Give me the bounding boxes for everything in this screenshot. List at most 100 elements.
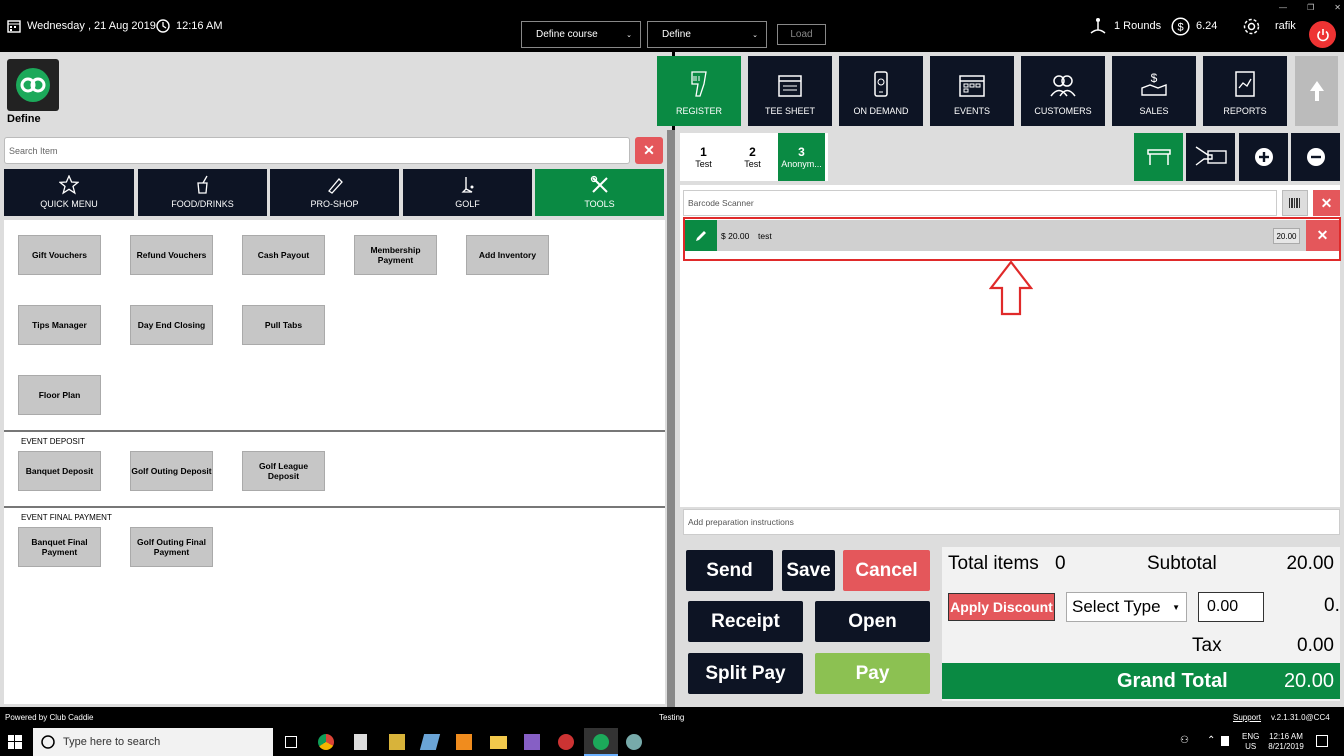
remove-tab-button[interactable] bbox=[1291, 133, 1340, 181]
scroll-up-button[interactable] bbox=[1295, 56, 1338, 126]
barcode-button[interactable] bbox=[1282, 190, 1308, 216]
category-tools[interactable]: TOOLS bbox=[535, 169, 664, 216]
calculator-icon[interactable] bbox=[354, 734, 367, 750]
pane-splitter[interactable] bbox=[667, 130, 675, 707]
people-icon[interactable]: ⚇ bbox=[1180, 735, 1189, 746]
item-quantity-field[interactable]: 20.00 bbox=[1273, 228, 1300, 244]
clear-barcode-button[interactable]: ✕ bbox=[1313, 190, 1340, 216]
tools-icon bbox=[590, 175, 608, 193]
pay-button[interactable]: Pay bbox=[815, 653, 930, 694]
nav-on-demand[interactable]: ON DEMAND bbox=[839, 56, 923, 126]
gift-vouchers-button[interactable]: Gift Vouchers bbox=[18, 235, 101, 275]
prep-instructions-input[interactable]: Add preparation instructions bbox=[683, 509, 1340, 535]
category-golf[interactable]: GOLF bbox=[403, 169, 532, 216]
table-button[interactable] bbox=[1134, 133, 1183, 181]
close-icon[interactable]: ✕ bbox=[1334, 3, 1341, 13]
sublime-icon[interactable] bbox=[456, 734, 472, 750]
app-icon[interactable] bbox=[626, 734, 642, 750]
order-item-row[interactable] bbox=[685, 220, 1339, 251]
open-button[interactable]: Open bbox=[815, 601, 930, 642]
golf-outing-final-payment-button[interactable]: Golf Outing Final Payment bbox=[130, 527, 213, 567]
restore-icon[interactable]: ❐ bbox=[1307, 3, 1314, 13]
load-button[interactable]: Load bbox=[777, 24, 826, 45]
top-bar: Wednesday , 21 Aug 2019 12:16 AM Define … bbox=[0, 0, 1344, 52]
barcode-input[interactable]: Barcode Scanner bbox=[683, 190, 1277, 216]
gear-icon[interactable] bbox=[1242, 17, 1261, 36]
tips-manager-button[interactable]: Tips Manager bbox=[18, 305, 101, 345]
banquet-final-payment-button[interactable]: Banquet Final Payment bbox=[18, 527, 101, 567]
refund-vouchers-button[interactable]: Refund Vouchers bbox=[130, 235, 213, 275]
nav-register[interactable]: REGISTER bbox=[657, 56, 741, 126]
nav-events[interactable]: EVENTS bbox=[930, 56, 1014, 126]
task-view-icon[interactable] bbox=[285, 736, 297, 748]
version-label: v.2.1.31.0@CC4 bbox=[1271, 713, 1330, 722]
clock-date: 8/21/2019 bbox=[1268, 742, 1304, 751]
close-icon: ✕ bbox=[643, 142, 655, 158]
receipt-button[interactable]: Receipt bbox=[688, 601, 803, 642]
tab-name: Anonym... bbox=[781, 159, 822, 169]
category-pro-shop[interactable]: PRO-SHOP bbox=[270, 169, 399, 216]
course-select[interactable]: Define course ⌄ bbox=[521, 21, 641, 48]
cancel-button[interactable]: Cancel bbox=[843, 550, 930, 591]
define-select[interactable]: Define ⌄ bbox=[647, 21, 767, 48]
app-icon[interactable] bbox=[558, 734, 574, 750]
phone-icon bbox=[874, 71, 888, 97]
tab-2[interactable]: 2 Test bbox=[729, 133, 776, 181]
clock-time: 12:16 AM bbox=[1269, 732, 1303, 741]
support-link[interactable]: Support bbox=[1233, 713, 1261, 722]
nav-tee-sheet[interactable]: TEE SHEET bbox=[748, 56, 832, 126]
discount-value-input[interactable]: 0.00 bbox=[1198, 592, 1264, 622]
membership-payment-button[interactable]: Membership Payment bbox=[354, 235, 437, 275]
golf-outing-deposit-button[interactable]: Golf Outing Deposit bbox=[130, 451, 213, 491]
golf-league-deposit-button[interactable]: Golf League Deposit bbox=[242, 451, 325, 491]
send-button[interactable]: Send bbox=[686, 550, 773, 591]
system-clock[interactable]: 12:16 AM 8/21/2019 bbox=[1264, 732, 1308, 752]
date-display: Wednesday , 21 Aug 2019 bbox=[7, 0, 156, 52]
windows-start-icon[interactable] bbox=[8, 735, 22, 754]
nav-label: REGISTER bbox=[675, 106, 722, 116]
language-indicator[interactable]: ENG US bbox=[1242, 732, 1259, 752]
discount-type-select[interactable]: Select Type ▼ bbox=[1066, 592, 1187, 622]
notifications-icon[interactable] bbox=[1316, 735, 1328, 747]
add-inventory-button[interactable]: Add Inventory bbox=[466, 235, 549, 275]
star-icon bbox=[59, 175, 79, 195]
club-caddie-task[interactable] bbox=[584, 728, 618, 756]
add-tab-button[interactable] bbox=[1239, 133, 1288, 181]
power-button[interactable] bbox=[1309, 21, 1336, 48]
pull-tabs-button[interactable]: Pull Tabs bbox=[242, 305, 325, 345]
dollar-icon: $ bbox=[1171, 16, 1190, 36]
nav-label: SALES bbox=[1139, 106, 1169, 116]
nav-customers[interactable]: CUSTOMERS bbox=[1021, 56, 1105, 126]
network-icon[interactable] bbox=[1221, 736, 1229, 746]
category-label: QUICK MENU bbox=[40, 199, 98, 209]
banquet-deposit-button[interactable]: Banquet Deposit bbox=[18, 451, 101, 491]
tab-3[interactable]: 3 Anonym... bbox=[778, 133, 825, 181]
nav-sales[interactable]: $ SALES bbox=[1112, 56, 1196, 126]
taskbar-search[interactable]: Type here to search bbox=[33, 728, 273, 756]
chrome-icon[interactable] bbox=[318, 734, 334, 750]
category-quick-menu[interactable]: QUICK MENU bbox=[4, 169, 134, 216]
tab-1[interactable]: 1 Test bbox=[680, 133, 727, 181]
hand-card-button[interactable] bbox=[1186, 133, 1235, 181]
clear-search-button[interactable]: ✕ bbox=[635, 137, 663, 164]
apply-discount-button[interactable]: Apply Discount bbox=[948, 593, 1055, 621]
nav-reports[interactable]: REPORTS bbox=[1203, 56, 1287, 126]
edit-item-button[interactable] bbox=[685, 220, 717, 251]
company-name: Define bbox=[7, 113, 41, 125]
search-input[interactable]: Search Item bbox=[4, 137, 630, 164]
app-icon[interactable] bbox=[419, 734, 441, 750]
visual-studio-icon[interactable] bbox=[524, 734, 540, 750]
app-icon[interactable] bbox=[389, 734, 405, 750]
split-pay-button[interactable]: Split Pay bbox=[688, 653, 803, 694]
minimize-icon[interactable]: — bbox=[1279, 3, 1287, 13]
floor-plan-button[interactable]: Floor Plan bbox=[18, 375, 101, 415]
save-button[interactable]: Save bbox=[782, 550, 835, 591]
chevron-down-icon: ⌄ bbox=[752, 31, 758, 39]
category-food-drinks[interactable]: FOOD/DRINKS bbox=[138, 169, 267, 216]
day-end-closing-button[interactable]: Day End Closing bbox=[130, 305, 213, 345]
cash-payout-button[interactable]: Cash Payout bbox=[242, 235, 325, 275]
powered-by: Powered by Club Caddie bbox=[5, 713, 94, 722]
remove-item-button[interactable]: ✕ bbox=[1306, 220, 1339, 251]
chevron-up-icon[interactable]: ⌃ bbox=[1207, 735, 1215, 746]
folder-icon[interactable] bbox=[490, 736, 507, 749]
